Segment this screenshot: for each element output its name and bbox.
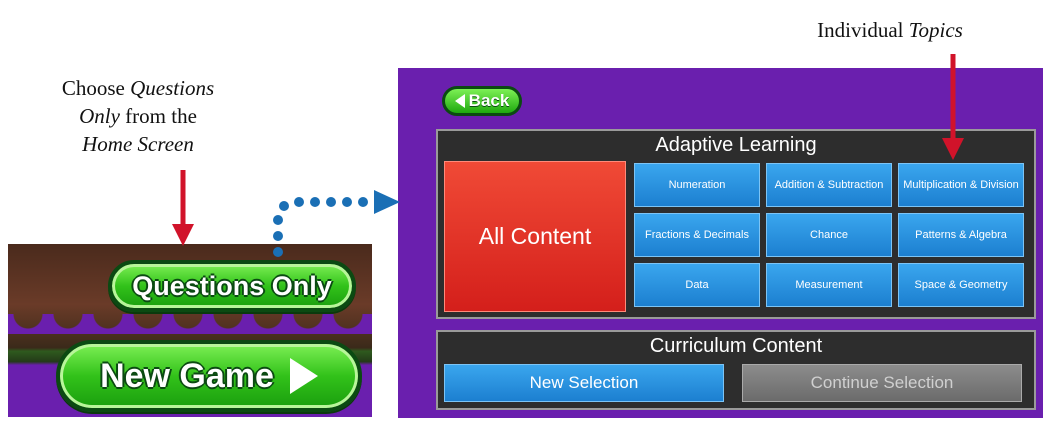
- dotted-connector-arrow-icon: [273, 190, 400, 257]
- annotation-overlay: [172, 54, 964, 257]
- red-arrow-down-icon: [942, 54, 964, 160]
- red-arrow-down-icon: [172, 170, 194, 246]
